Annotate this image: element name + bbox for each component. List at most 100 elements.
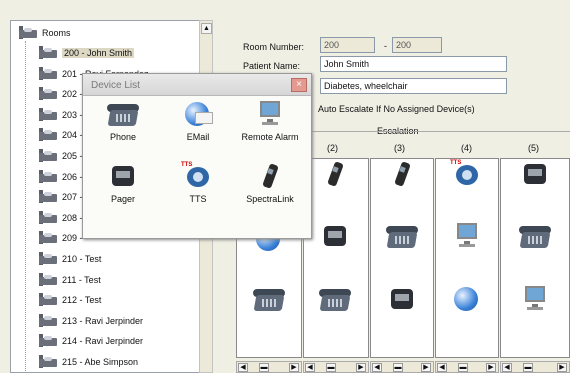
remote-alarm-icon (253, 100, 287, 128)
device-item-label: Phone (109, 132, 137, 142)
tree-room-label: 206 - (62, 171, 83, 182)
remote-alarm-icon[interactable] (450, 222, 484, 250)
room-icon (37, 148, 59, 164)
escalation-column-header: (5) (528, 143, 539, 153)
tree-room-item[interactable]: 210 - Test (37, 251, 101, 267)
tree-room-item[interactable]: 209 - (37, 230, 83, 246)
room-icon (37, 272, 59, 288)
tree-root-rooms[interactable]: Rooms (17, 25, 71, 41)
room-icon (37, 66, 59, 82)
tts-icon[interactable]: TTS (450, 160, 484, 188)
tree-room-item[interactable]: 212 - Test (37, 292, 101, 308)
room-icon (37, 107, 59, 123)
spectralink-icon[interactable] (385, 160, 419, 188)
column-1-hscroll[interactable]: ◀ ▬ ▶ (236, 361, 302, 373)
popup-close-button[interactable]: × (291, 78, 307, 92)
column-2-hscroll[interactable]: ◀ ▬ ▶ (303, 361, 369, 373)
pager-icon[interactable] (318, 222, 352, 250)
tree-room-item[interactable]: 206 - (37, 169, 83, 185)
room-icon (37, 127, 59, 143)
patient-name-label: Patient Name: (243, 61, 301, 71)
tree-room-item[interactable]: 207 - (37, 189, 83, 205)
escalation-column-5[interactable] (500, 158, 570, 358)
room-icon (37, 169, 59, 185)
tree-room-item[interactable]: 211 - Test (37, 272, 101, 288)
device-item-tts[interactable]: TTS TTS (163, 162, 233, 204)
column-5-hscroll[interactable]: ◀ ▬ ▶ (500, 361, 570, 373)
room-icon (37, 189, 59, 205)
spectralink-icon[interactable] (318, 160, 352, 188)
device-item-pager[interactable]: Pager (88, 162, 158, 204)
room-icon (37, 45, 59, 61)
spectralink-icon (253, 162, 287, 190)
room-icon (37, 251, 59, 267)
tree-room-label: 205 - (62, 151, 83, 161)
tree-root-label: Rooms (42, 28, 71, 38)
tree-room-label: 212 - Test (62, 295, 102, 306)
tree-room-label: 211 - Test (62, 274, 101, 285)
tree-connector-line (25, 41, 26, 371)
tree-room-item[interactable]: 200 - John Smith (37, 45, 135, 61)
tts-badge: TTS (450, 160, 462, 166)
room-icon (37, 313, 59, 329)
device-item-spectralink[interactable]: SpectraLink (235, 162, 305, 204)
device-item-remote-alarm[interactable]: Remote Alarm (235, 100, 305, 142)
tree-room-item[interactable]: 203 - (37, 107, 83, 123)
device-item-label: Remote Alarm (241, 132, 299, 142)
tree-room-label: 207 - (62, 192, 83, 203)
phone-icon[interactable] (518, 222, 552, 250)
device-item-label: Pager (110, 194, 136, 204)
tree-room-label: 215 - Abe Simpson (62, 357, 139, 367)
tree-room-item[interactable]: 215 - Abe Simpson (37, 354, 138, 370)
remote-alarm-icon[interactable] (518, 285, 552, 313)
escalation-column-4[interactable] (435, 158, 499, 358)
column-4-hscroll[interactable]: ◀ ▬ ▶ (435, 361, 499, 373)
tree-room-item[interactable]: 214 - Ravi Jerpinder (37, 333, 143, 349)
tree-room-label: 200 - John Smith (62, 48, 135, 58)
column-3-hscroll[interactable]: ◀ ▬ ▶ (370, 361, 434, 373)
phone-icon[interactable] (318, 285, 352, 313)
tree-room-item[interactable]: 208 - (37, 210, 83, 226)
device-item-email[interactable]: EMail (163, 100, 233, 142)
room-folder-icon (17, 25, 39, 41)
patient-name-field[interactable]: John Smith (320, 56, 507, 72)
phone-icon[interactable] (252, 285, 286, 313)
tree-room-label: 214 - Ravi Jerpinder (62, 336, 144, 347)
room-icon (37, 333, 59, 349)
auto-escalate-option[interactable]: Auto Escalate If No Assigned Device(s) (318, 104, 475, 114)
escalation-column-3[interactable] (370, 158, 434, 358)
pager-icon[interactable] (385, 285, 419, 313)
popup-titlebar[interactable]: Device List × (83, 74, 311, 96)
room-to-field[interactable]: 200 (392, 37, 442, 53)
tree-room-label: 208 - (62, 212, 83, 223)
device-item-phone[interactable]: Phone (88, 100, 158, 142)
pager-icon[interactable] (518, 160, 552, 188)
phone-icon[interactable] (385, 222, 419, 250)
auto-escalate-label: Auto Escalate If No Assigned Device(s) (318, 104, 475, 114)
device-item-label: EMail (186, 132, 210, 142)
tts-icon: TTS (181, 162, 215, 190)
tree-room-item[interactable]: 202 - (37, 86, 83, 102)
device-list-popup[interactable]: Device List × Phone EMail Remote Alarm P… (82, 73, 312, 239)
room-icon (37, 292, 59, 308)
room-icon (37, 354, 59, 370)
escalation-column-2[interactable] (303, 158, 369, 358)
email-icon[interactable] (450, 285, 484, 313)
tts-badge: TTS (181, 162, 193, 168)
room-from-field[interactable]: 200 (320, 37, 375, 53)
tree-room-label: 202 - (62, 89, 83, 100)
tree-room-item[interactable]: 205 - (37, 148, 83, 164)
tree-room-item[interactable]: 204 - (37, 127, 83, 143)
tree-room-label: 213 - Ravi Jerpinder (62, 315, 144, 326)
escalation-frame (300, 131, 570, 132)
tree-room-label: 204 - (62, 130, 83, 141)
tree-room-item[interactable]: 213 - Ravi Jerpinder (37, 313, 143, 329)
escalation-column-header: (3) (394, 143, 405, 153)
scroll-up-arrow[interactable]: ▲ (201, 23, 212, 34)
patient-notes-field[interactable]: Diabetes, wheelchair (320, 78, 507, 94)
phone-icon (106, 100, 140, 128)
room-icon (37, 210, 59, 226)
tree-room-label: 203 - (62, 109, 83, 120)
room-icon (37, 86, 59, 102)
room-icon (37, 230, 59, 246)
